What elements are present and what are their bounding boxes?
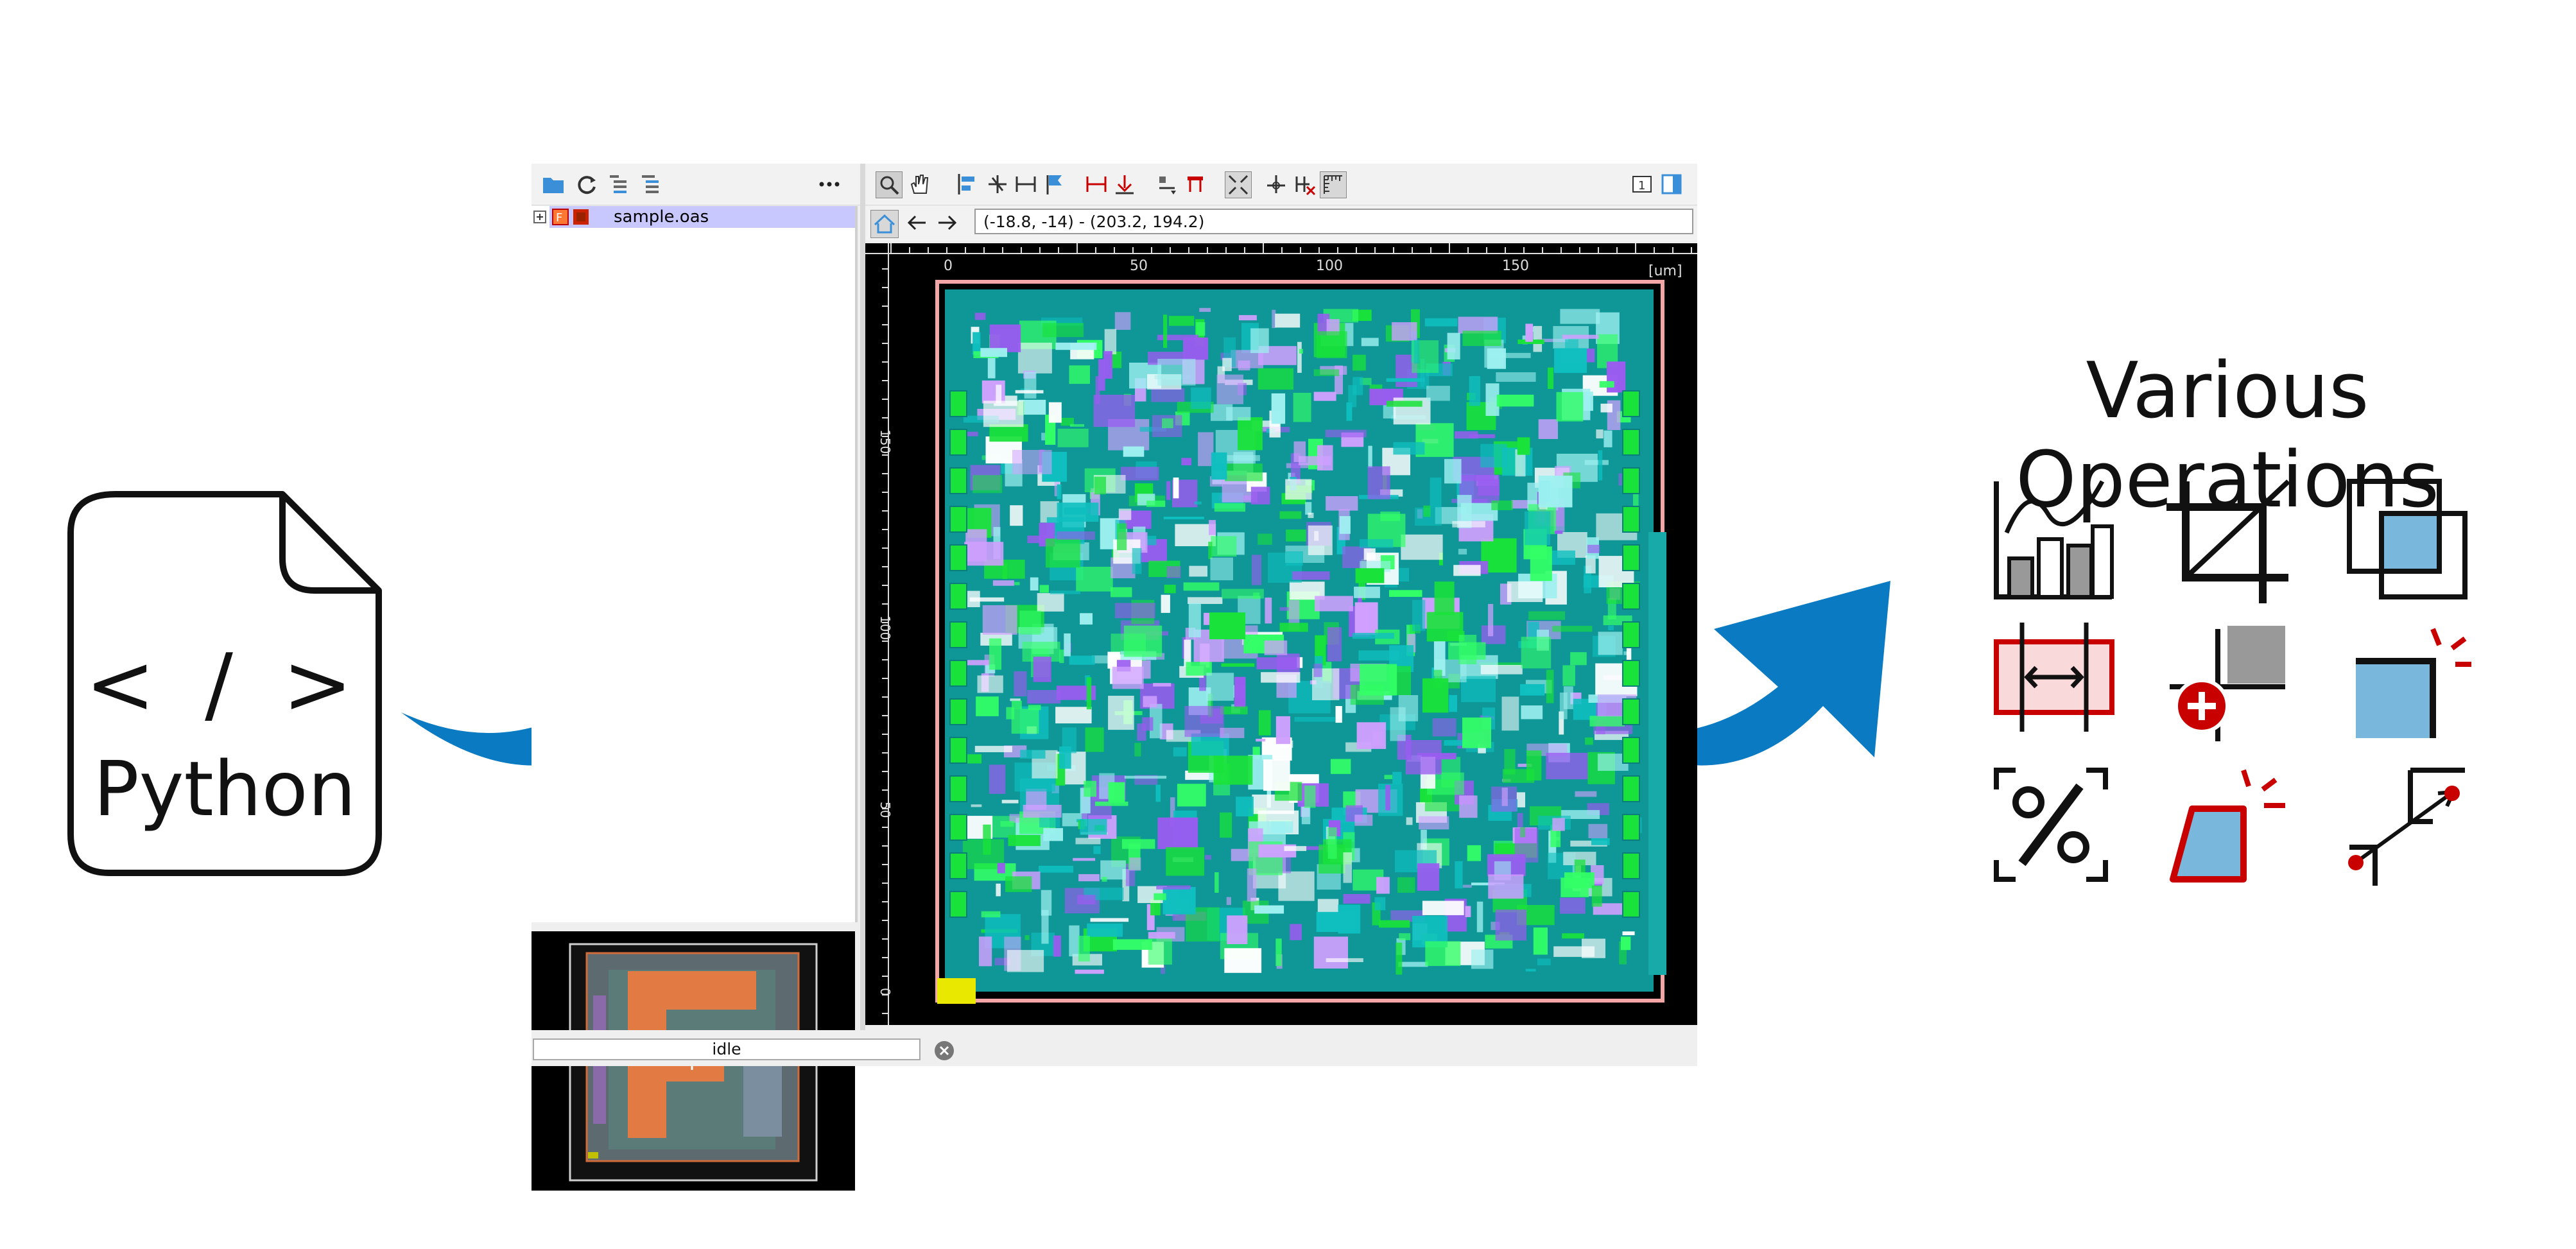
cancel-icon[interactable] (933, 1040, 955, 1062)
trapezoid-highlight-icon (2170, 769, 2285, 883)
ruler-tick-label: 50 (877, 802, 893, 818)
ruler-h-icon[interactable] (1013, 171, 1039, 197)
main-toolbar: 1 (865, 164, 1697, 205)
coordinate-field[interactable]: (-18.8, -14) - (203.2, 194.2) (974, 209, 1693, 234)
width-measure-icon (1994, 623, 2114, 732)
coordinate-text: (-18.8, -14) - (203.2, 194.2) (983, 212, 1205, 231)
ruler-tick-label: 100 (1316, 258, 1343, 274)
svg-text:1: 1 (1638, 179, 1645, 193)
clear-rulers-icon[interactable] (1292, 171, 1317, 197)
python-label: Python (93, 745, 356, 833)
ruler-unit-label: [um] (1648, 263, 1682, 279)
ruler-tick-label: 50 (1130, 258, 1148, 274)
chip-layout-drawing: 0 50 100 150 [um] 150 100 50 0 (865, 243, 1697, 1025)
cell-panel-toolbar (532, 164, 860, 205)
crop-icon (2166, 479, 2290, 603)
layer-filter-icon[interactable] (1182, 171, 1208, 197)
overlap-boolean-icon (2347, 479, 2468, 599)
ruler-tick-label: 0 (877, 988, 893, 996)
back-arrow-icon[interactable] (904, 210, 929, 237)
file-name: sample.oas (614, 207, 709, 227)
zoom-icon[interactable] (876, 171, 903, 198)
svg-text:F: F (556, 211, 562, 225)
open-folder-icon[interactable] (540, 171, 566, 197)
cross-anchor-icon[interactable] (1263, 171, 1289, 197)
hierarchy-down-icon[interactable] (638, 171, 664, 197)
fit-view-icon[interactable] (1225, 171, 1252, 198)
flag-icon[interactable] (1041, 171, 1067, 197)
cell-icon: F (552, 209, 569, 225)
density-percent-icon (1994, 768, 2108, 882)
ruler-tick-label: 0 (944, 258, 953, 274)
panel-layout-icon[interactable] (1659, 171, 1684, 197)
refresh-icon[interactable] (574, 171, 600, 197)
layout-canvas[interactable]: 0 50 100 150 [um] 150 100 50 0 (865, 243, 1697, 1025)
ruler-grid-icon[interactable] (1320, 171, 1347, 198)
measure-red-icon[interactable] (1084, 171, 1109, 197)
code-symbol: < / > (85, 635, 365, 733)
corner-highlight-icon (2356, 628, 2471, 738)
layer-select-icon[interactable] (1154, 171, 1180, 197)
add-corner-icon (2170, 626, 2285, 741)
ruler-tick-label: 150 (877, 429, 893, 454)
distance-measure-icon (2348, 768, 2465, 886)
forward-arrow-icon[interactable] (935, 210, 960, 237)
expand-icon[interactable] (533, 210, 547, 224)
panel-splitter[interactable] (860, 164, 865, 1043)
marker-red-icon[interactable] (1112, 171, 1137, 197)
cell-tree-panel: F sample.oas (532, 206, 858, 922)
home-icon[interactable] (870, 210, 899, 238)
hierarchy-up-icon[interactable] (606, 171, 632, 197)
ruler-tick-label: 150 (1502, 258, 1529, 274)
cell-tree-item[interactable]: F sample.oas (549, 206, 855, 228)
align-left-icon[interactable] (955, 171, 981, 197)
layout-icon (573, 209, 589, 225)
page-one-icon[interactable]: 1 (1629, 171, 1655, 197)
progress-field: idle (533, 1038, 921, 1060)
snap-edge-icon[interactable] (985, 171, 1010, 197)
more-options-icon[interactable] (817, 171, 842, 197)
pan-hand-icon[interactable] (906, 171, 932, 197)
progress-text: idle (712, 1040, 741, 1058)
chart-icon (1994, 480, 2114, 599)
ruler-tick-label: 100 (877, 616, 893, 640)
